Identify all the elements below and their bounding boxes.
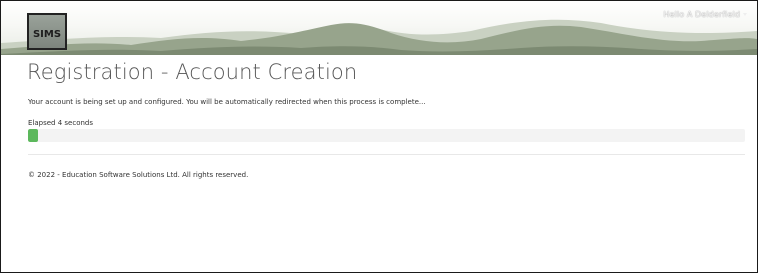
user-menu[interactable]: Hello A Delderfield (663, 10, 747, 19)
mountain-scenery (1, 19, 757, 55)
sims-logo[interactable]: SIMS (27, 13, 67, 50)
user-greeting: Hello A Delderfield (663, 10, 740, 19)
footer-copyright: © 2022 - Education Software Solutions Lt… (28, 171, 249, 179)
page: SIMS Hello A Delderfield Registration - … (0, 0, 758, 273)
logo-text: SIMS (32, 29, 62, 40)
status-message: Your account is being set up and configu… (28, 98, 426, 106)
elapsed-time: Elapsed 4 seconds (28, 119, 94, 127)
progress-bar (28, 129, 745, 142)
progress-bar-fill (28, 129, 39, 142)
page-title: Registration - Account Creation (27, 60, 358, 84)
caret-down-icon (743, 13, 747, 16)
header-banner: SIMS Hello A Delderfield (1, 1, 757, 55)
divider (28, 154, 745, 155)
